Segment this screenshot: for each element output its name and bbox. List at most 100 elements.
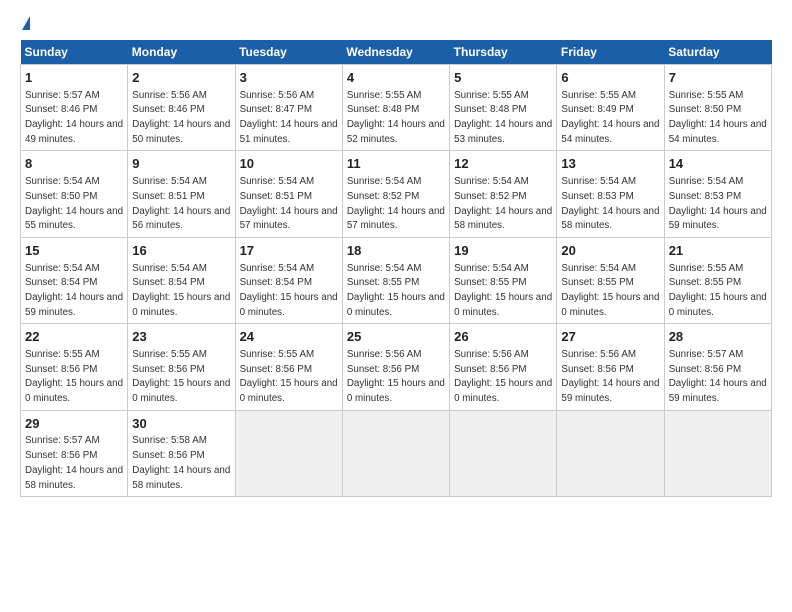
day-cell-10: 10 Sunrise: 5:54 AMSunset: 8:51 PMDaylig… xyxy=(235,151,342,237)
day-info: Sunrise: 5:54 AMSunset: 8:54 PMDaylight:… xyxy=(240,263,338,318)
day-info: Sunrise: 5:54 AMSunset: 8:54 PMDaylight:… xyxy=(132,263,230,318)
day-cell-25: 25 Sunrise: 5:56 AMSunset: 8:56 PMDaylig… xyxy=(342,324,449,410)
day-info: Sunrise: 5:57 AMSunset: 8:56 PMDaylight:… xyxy=(669,349,767,404)
day-number: 23 xyxy=(132,328,230,346)
calendar-week-4: 22 Sunrise: 5:55 AMSunset: 8:56 PMDaylig… xyxy=(21,324,772,410)
logo-triangle-icon xyxy=(22,16,30,30)
day-info: Sunrise: 5:54 AMSunset: 8:55 PMDaylight:… xyxy=(347,263,445,318)
day-cell-5: 5 Sunrise: 5:55 AMSunset: 8:48 PMDayligh… xyxy=(450,65,557,151)
empty-cell xyxy=(664,410,771,496)
day-cell-13: 13 Sunrise: 5:54 AMSunset: 8:53 PMDaylig… xyxy=(557,151,664,237)
day-number: 12 xyxy=(454,155,552,173)
day-info: Sunrise: 5:56 AMSunset: 8:47 PMDaylight:… xyxy=(240,90,338,145)
day-number: 21 xyxy=(669,242,767,260)
day-cell-20: 20 Sunrise: 5:54 AMSunset: 8:55 PMDaylig… xyxy=(557,237,664,323)
day-cell-4: 4 Sunrise: 5:55 AMSunset: 8:48 PMDayligh… xyxy=(342,65,449,151)
day-cell-26: 26 Sunrise: 5:56 AMSunset: 8:56 PMDaylig… xyxy=(450,324,557,410)
day-number: 27 xyxy=(561,328,659,346)
day-cell-19: 19 Sunrise: 5:54 AMSunset: 8:55 PMDaylig… xyxy=(450,237,557,323)
calendar-week-3: 15 Sunrise: 5:54 AMSunset: 8:54 PMDaylig… xyxy=(21,237,772,323)
day-info: Sunrise: 5:54 AMSunset: 8:50 PMDaylight:… xyxy=(25,176,123,231)
calendar-week-1: 1 Sunrise: 5:57 AMSunset: 8:46 PMDayligh… xyxy=(21,65,772,151)
column-header-wednesday: Wednesday xyxy=(342,40,449,65)
day-number: 2 xyxy=(132,69,230,87)
day-info: Sunrise: 5:55 AMSunset: 8:50 PMDaylight:… xyxy=(669,90,767,145)
day-cell-22: 22 Sunrise: 5:55 AMSunset: 8:56 PMDaylig… xyxy=(21,324,128,410)
day-number: 10 xyxy=(240,155,338,173)
empty-cell xyxy=(557,410,664,496)
day-number: 3 xyxy=(240,69,338,87)
day-info: Sunrise: 5:56 AMSunset: 8:56 PMDaylight:… xyxy=(561,349,659,404)
day-number: 30 xyxy=(132,415,230,433)
column-header-monday: Monday xyxy=(128,40,235,65)
day-cell-3: 3 Sunrise: 5:56 AMSunset: 8:47 PMDayligh… xyxy=(235,65,342,151)
column-header-sunday: Sunday xyxy=(21,40,128,65)
day-cell-21: 21 Sunrise: 5:55 AMSunset: 8:55 PMDaylig… xyxy=(664,237,771,323)
day-cell-14: 14 Sunrise: 5:54 AMSunset: 8:53 PMDaylig… xyxy=(664,151,771,237)
day-number: 13 xyxy=(561,155,659,173)
day-cell-29: 29 Sunrise: 5:57 AMSunset: 8:56 PMDaylig… xyxy=(21,410,128,496)
day-info: Sunrise: 5:54 AMSunset: 8:52 PMDaylight:… xyxy=(347,176,445,231)
day-info: Sunrise: 5:58 AMSunset: 8:56 PMDaylight:… xyxy=(132,435,230,490)
day-info: Sunrise: 5:54 AMSunset: 8:55 PMDaylight:… xyxy=(454,263,552,318)
day-info: Sunrise: 5:56 AMSunset: 8:56 PMDaylight:… xyxy=(454,349,552,404)
day-cell-7: 7 Sunrise: 5:55 AMSunset: 8:50 PMDayligh… xyxy=(664,65,771,151)
day-info: Sunrise: 5:55 AMSunset: 8:48 PMDaylight:… xyxy=(347,90,445,145)
day-number: 11 xyxy=(347,155,445,173)
logo xyxy=(20,16,30,30)
empty-cell xyxy=(342,410,449,496)
day-cell-1: 1 Sunrise: 5:57 AMSunset: 8:46 PMDayligh… xyxy=(21,65,128,151)
day-info: Sunrise: 5:54 AMSunset: 8:55 PMDaylight:… xyxy=(561,263,659,318)
day-number: 20 xyxy=(561,242,659,260)
column-header-friday: Friday xyxy=(557,40,664,65)
day-info: Sunrise: 5:54 AMSunset: 8:53 PMDaylight:… xyxy=(669,176,767,231)
day-number: 18 xyxy=(347,242,445,260)
day-number: 24 xyxy=(240,328,338,346)
day-cell-30: 30 Sunrise: 5:58 AMSunset: 8:56 PMDaylig… xyxy=(128,410,235,496)
day-number: 16 xyxy=(132,242,230,260)
column-header-saturday: Saturday xyxy=(664,40,771,65)
calendar-table: SundayMondayTuesdayWednesdayThursdayFrid… xyxy=(20,40,772,497)
day-info: Sunrise: 5:57 AMSunset: 8:46 PMDaylight:… xyxy=(25,90,123,145)
day-info: Sunrise: 5:54 AMSunset: 8:51 PMDaylight:… xyxy=(132,176,230,231)
day-info: Sunrise: 5:54 AMSunset: 8:51 PMDaylight:… xyxy=(240,176,338,231)
day-info: Sunrise: 5:55 AMSunset: 8:56 PMDaylight:… xyxy=(240,349,338,404)
day-number: 1 xyxy=(25,69,123,87)
day-number: 8 xyxy=(25,155,123,173)
day-number: 5 xyxy=(454,69,552,87)
day-cell-12: 12 Sunrise: 5:54 AMSunset: 8:52 PMDaylig… xyxy=(450,151,557,237)
day-info: Sunrise: 5:55 AMSunset: 8:49 PMDaylight:… xyxy=(561,90,659,145)
day-number: 9 xyxy=(132,155,230,173)
day-number: 19 xyxy=(454,242,552,260)
day-cell-6: 6 Sunrise: 5:55 AMSunset: 8:49 PMDayligh… xyxy=(557,65,664,151)
header-row: SundayMondayTuesdayWednesdayThursdayFrid… xyxy=(21,40,772,65)
day-cell-24: 24 Sunrise: 5:55 AMSunset: 8:56 PMDaylig… xyxy=(235,324,342,410)
day-cell-23: 23 Sunrise: 5:55 AMSunset: 8:56 PMDaylig… xyxy=(128,324,235,410)
empty-cell xyxy=(235,410,342,496)
day-cell-17: 17 Sunrise: 5:54 AMSunset: 8:54 PMDaylig… xyxy=(235,237,342,323)
day-number: 25 xyxy=(347,328,445,346)
day-info: Sunrise: 5:56 AMSunset: 8:56 PMDaylight:… xyxy=(347,349,445,404)
day-info: Sunrise: 5:55 AMSunset: 8:56 PMDaylight:… xyxy=(25,349,123,404)
day-number: 6 xyxy=(561,69,659,87)
column-header-tuesday: Tuesday xyxy=(235,40,342,65)
day-number: 17 xyxy=(240,242,338,260)
day-info: Sunrise: 5:55 AMSunset: 8:56 PMDaylight:… xyxy=(132,349,230,404)
day-number: 22 xyxy=(25,328,123,346)
day-number: 28 xyxy=(669,328,767,346)
day-number: 4 xyxy=(347,69,445,87)
day-cell-2: 2 Sunrise: 5:56 AMSunset: 8:46 PMDayligh… xyxy=(128,65,235,151)
day-cell-9: 9 Sunrise: 5:54 AMSunset: 8:51 PMDayligh… xyxy=(128,151,235,237)
empty-cell xyxy=(450,410,557,496)
day-info: Sunrise: 5:55 AMSunset: 8:48 PMDaylight:… xyxy=(454,90,552,145)
day-number: 15 xyxy=(25,242,123,260)
header xyxy=(20,16,772,30)
day-cell-8: 8 Sunrise: 5:54 AMSunset: 8:50 PMDayligh… xyxy=(21,151,128,237)
day-number: 26 xyxy=(454,328,552,346)
day-cell-18: 18 Sunrise: 5:54 AMSunset: 8:55 PMDaylig… xyxy=(342,237,449,323)
day-info: Sunrise: 5:57 AMSunset: 8:56 PMDaylight:… xyxy=(25,435,123,490)
day-cell-16: 16 Sunrise: 5:54 AMSunset: 8:54 PMDaylig… xyxy=(128,237,235,323)
day-info: Sunrise: 5:54 AMSunset: 8:53 PMDaylight:… xyxy=(561,176,659,231)
day-info: Sunrise: 5:55 AMSunset: 8:55 PMDaylight:… xyxy=(669,263,767,318)
calendar-week-2: 8 Sunrise: 5:54 AMSunset: 8:50 PMDayligh… xyxy=(21,151,772,237)
